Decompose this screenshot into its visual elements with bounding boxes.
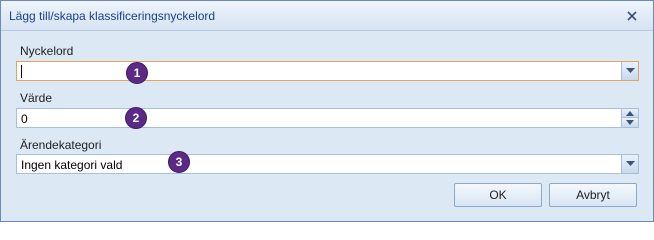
spin-down-button[interactable]: [622, 118, 638, 127]
dialog-title: Lägg till/skapa klassificeringsnyckelord: [9, 9, 216, 23]
keyword-combobox[interactable]: [16, 61, 639, 81]
case-category-selected-value[interactable]: Ingen kategori vald: [21, 158, 122, 172]
value-spin-buttons: [621, 109, 638, 127]
close-icon: [627, 11, 637, 21]
callout-badge-3: 3: [168, 151, 190, 173]
triangle-down-icon: [626, 120, 634, 125]
triangle-up-icon: [626, 110, 634, 116]
close-button[interactable]: [623, 8, 641, 24]
chevron-down-icon: [625, 161, 635, 166]
case-category-dropdown-button[interactable]: [621, 155, 638, 173]
text-caret: [21, 65, 22, 78]
value-input-value[interactable]: 0: [21, 112, 28, 126]
keyword-label: Nyckelord: [20, 44, 74, 58]
callout-badge-1: 1: [126, 62, 148, 84]
callout-badge-2: 2: [125, 107, 147, 129]
chevron-down-icon: [625, 68, 635, 73]
ok-button[interactable]: OK: [454, 183, 542, 207]
keyword-dropdown-button[interactable]: [621, 62, 638, 80]
cancel-button[interactable]: Avbryt: [549, 183, 637, 207]
value-spinner[interactable]: 0: [16, 108, 639, 128]
title-bar: Lägg till/skapa klassificeringsnyckelord: [1, 1, 653, 31]
value-label: Värde: [20, 91, 53, 105]
case-category-label: Ärendekategori: [20, 138, 102, 152]
case-category-dropdown[interactable]: Ingen kategori vald: [16, 154, 639, 174]
spin-up-button[interactable]: [622, 109, 638, 118]
dialog-window: Lägg till/skapa klassificeringsnyckelord…: [0, 0, 654, 222]
